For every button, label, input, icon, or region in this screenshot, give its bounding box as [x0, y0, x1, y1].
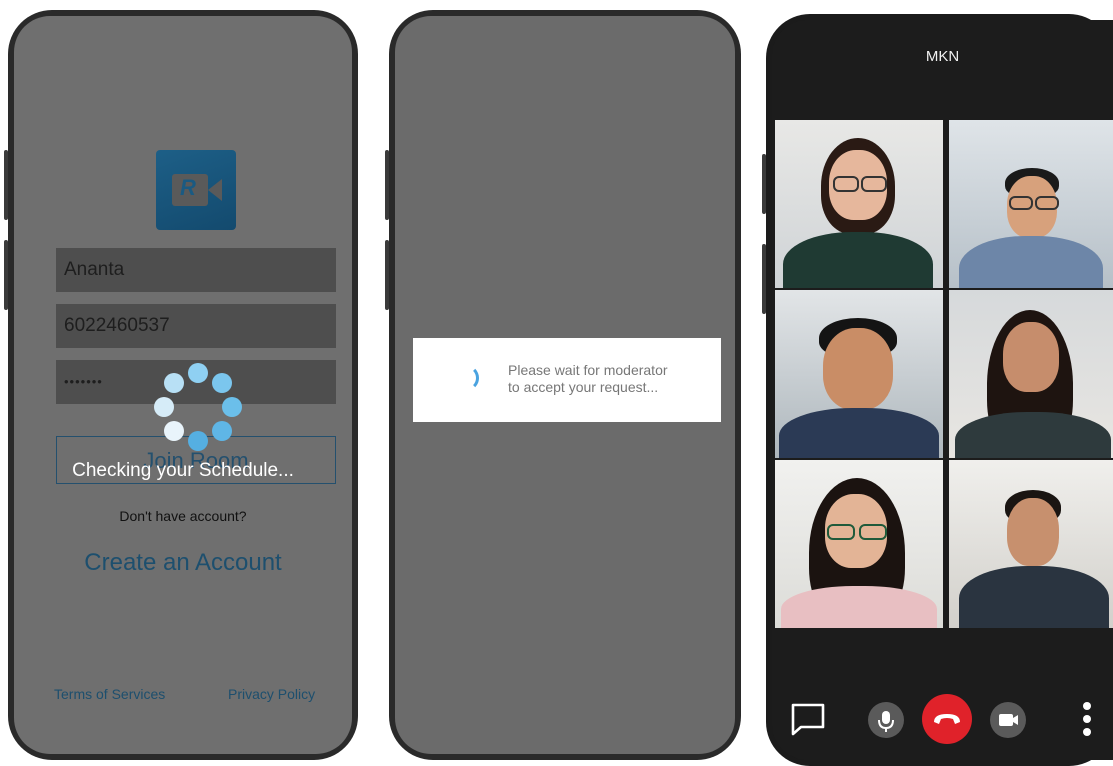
- logo-letter: R: [180, 175, 196, 200]
- phone-side-button: [762, 154, 766, 214]
- phone-side-button: [385, 150, 389, 220]
- waiting-dialog: Please wait for moderator to accept your…: [413, 338, 721, 422]
- call-screen: MKN: [772, 20, 1113, 760]
- waiting-phone: Please wait for moderator to accept your…: [385, 10, 741, 760]
- participant-video-tile[interactable]: [949, 120, 1113, 288]
- create-account-link[interactable]: Create an Account: [14, 549, 352, 577]
- loading-spinner-icon: [148, 363, 248, 463]
- username-field[interactable]: Ananta: [56, 248, 336, 292]
- camera-icon[interactable]: [990, 702, 1026, 738]
- participant-video-tile[interactable]: [775, 460, 943, 628]
- participant-video-tile[interactable]: [949, 290, 1113, 458]
- app-logo: R: [156, 150, 236, 230]
- no-account-text: Don't have account?: [119, 508, 247, 524]
- more-vertical-icon[interactable]: [1080, 700, 1094, 738]
- privacy-link[interactable]: Privacy Policy: [228, 686, 315, 702]
- microphone-icon[interactable]: [868, 702, 904, 738]
- participant-video-tile[interactable]: [949, 460, 1113, 628]
- call-phone: MKN: [762, 14, 1113, 766]
- waiting-message-line-2: to accept your request...: [508, 379, 659, 395]
- login-phone: R Ananta 6022460537 ••••••• Join Room Ch…: [4, 10, 358, 760]
- phone-side-button: [4, 150, 8, 220]
- room-title: MKN: [925, 48, 960, 65]
- end-call-icon[interactable]: [922, 694, 972, 744]
- phone-side-button: [762, 244, 766, 314]
- participant-video-tile[interactable]: [775, 290, 943, 458]
- loading-spinner-icon: [453, 365, 479, 391]
- waiting-message-line-1: Please wait for moderator: [508, 362, 668, 378]
- phone-side-button: [4, 240, 8, 310]
- phone-side-button: [385, 240, 389, 310]
- loading-text: Checking your Schedule...: [72, 460, 294, 481]
- waiting-screen: Please wait for moderator to accept your…: [395, 16, 735, 754]
- phone-number-field[interactable]: 6022460537: [56, 304, 336, 348]
- participant-video-tile[interactable]: [775, 120, 943, 288]
- terms-link[interactable]: Terms of Services: [54, 686, 165, 702]
- login-screen: R Ananta 6022460537 ••••••• Join Room Ch…: [14, 16, 352, 754]
- waiting-message: Please wait for moderator to accept your…: [508, 362, 708, 396]
- chat-icon[interactable]: [790, 702, 826, 736]
